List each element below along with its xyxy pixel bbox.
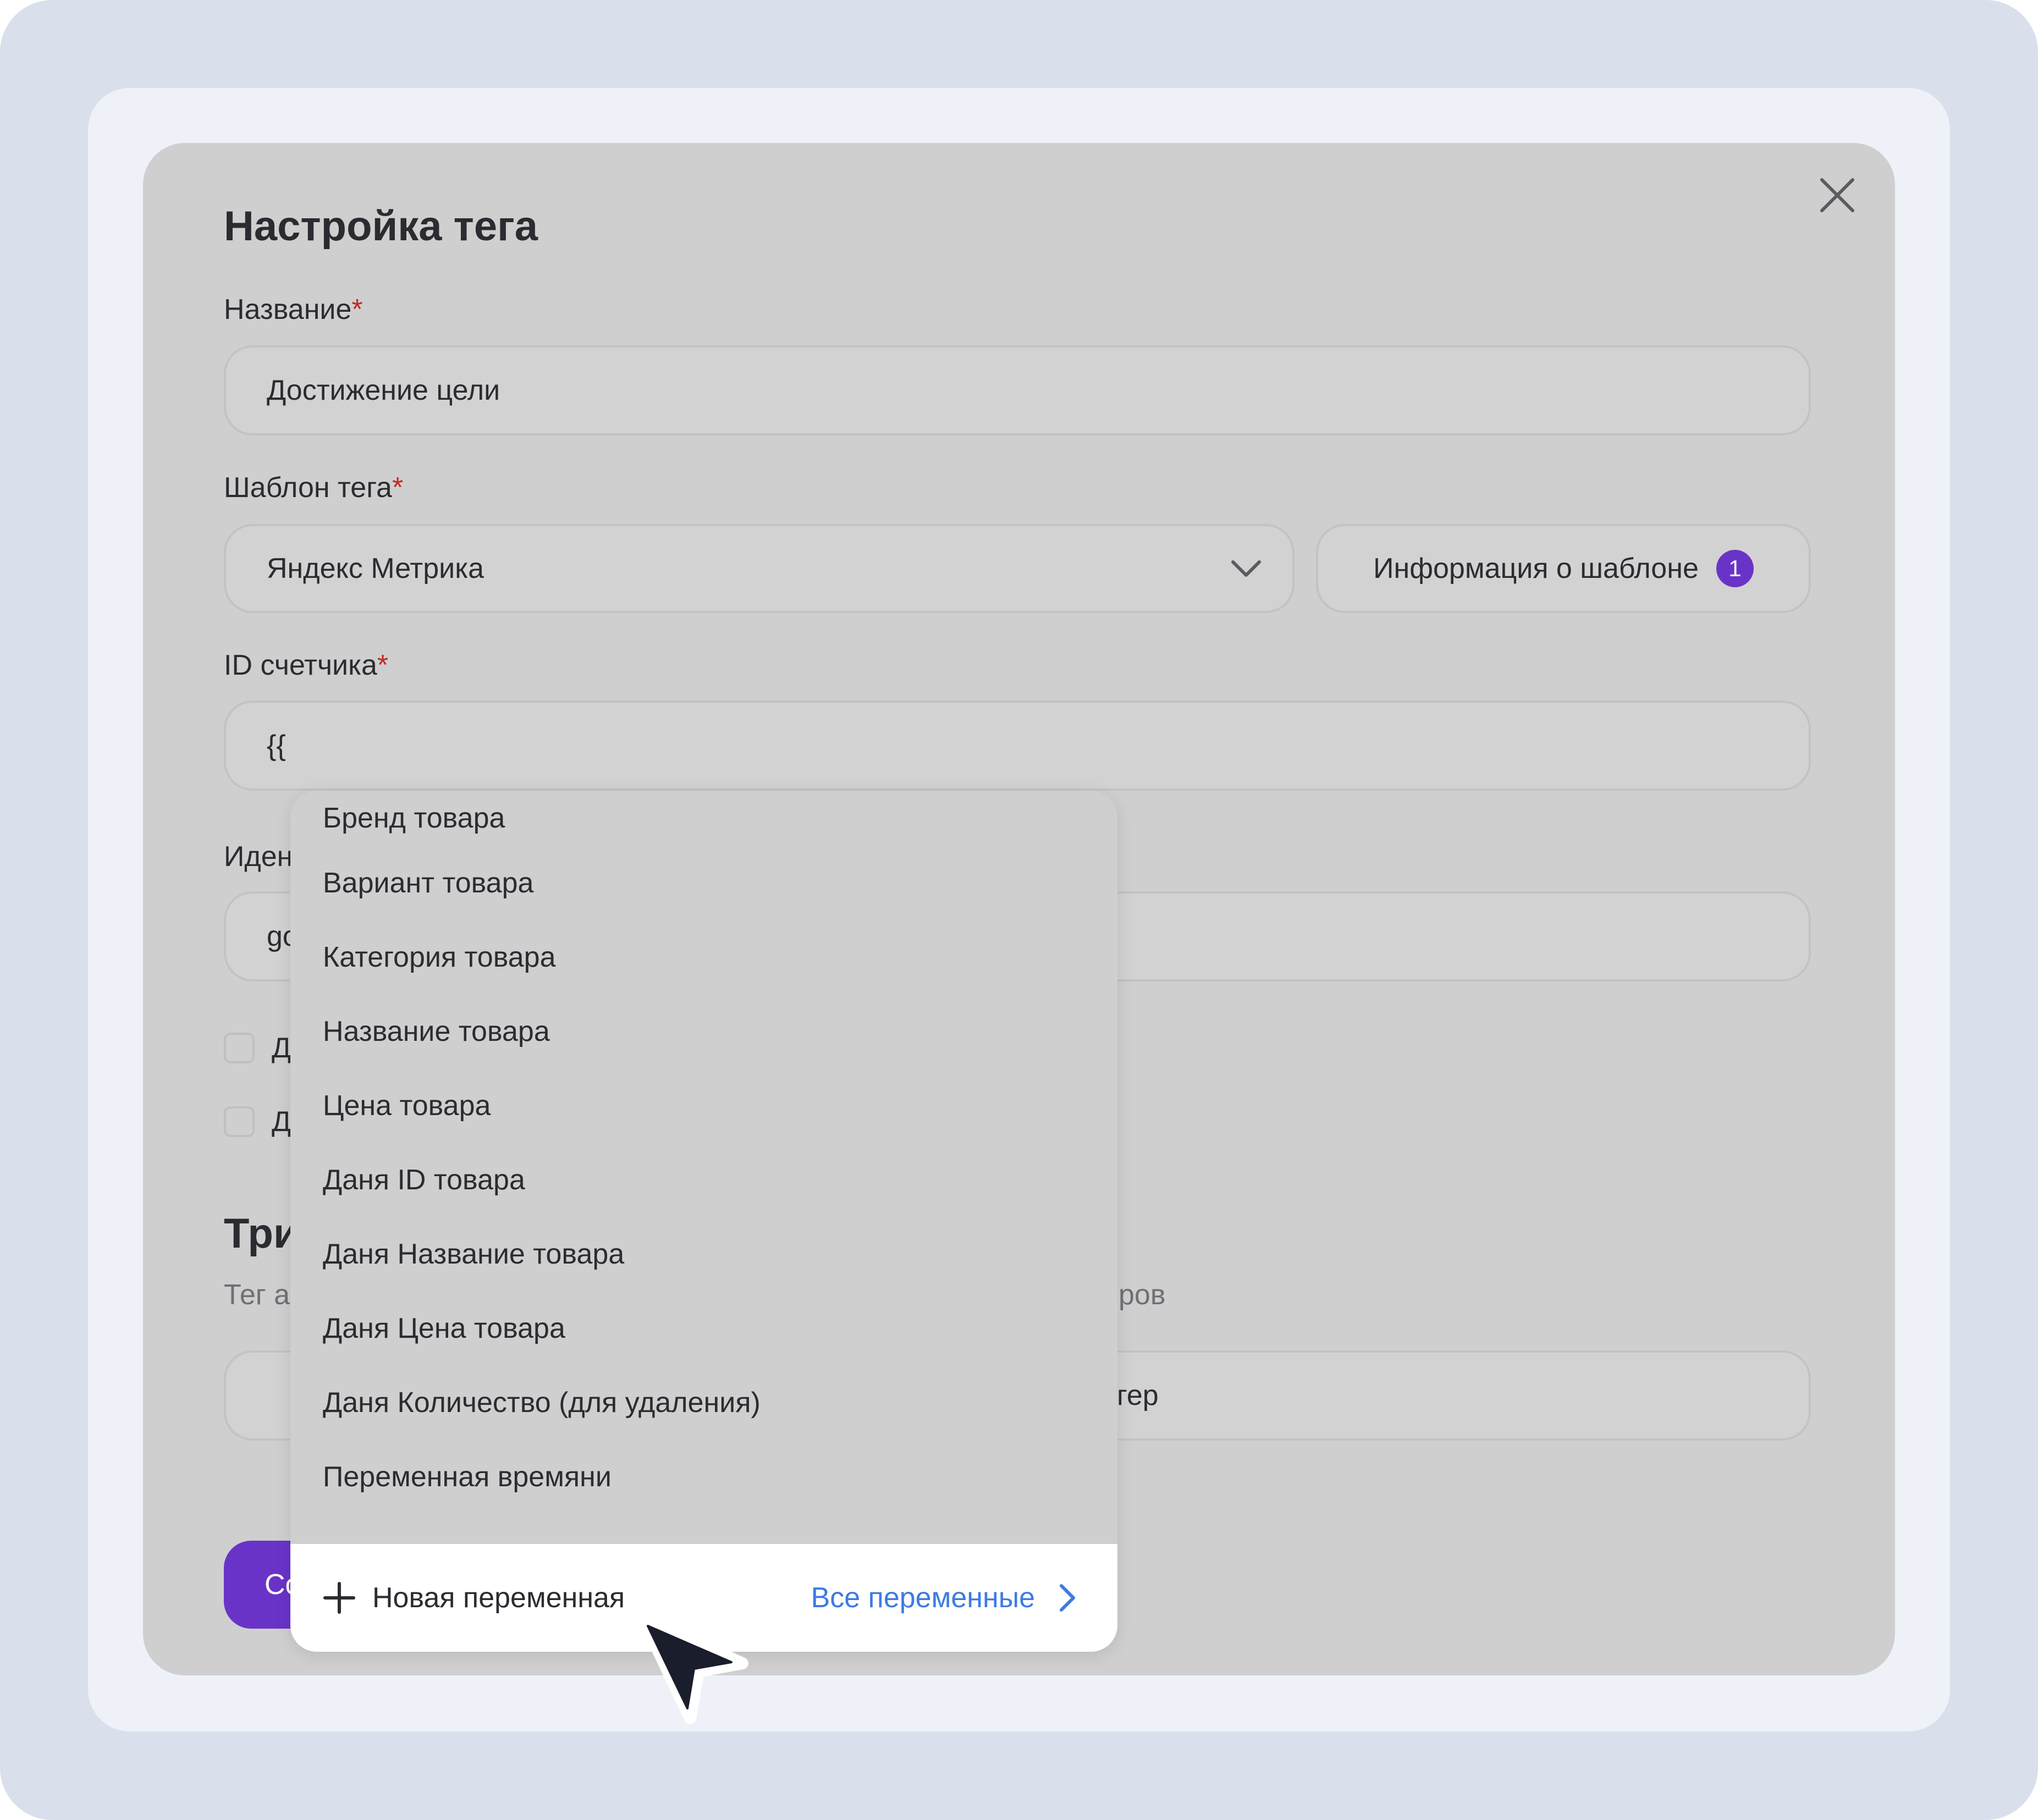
template-label-text: Шаблон тега bbox=[224, 472, 392, 504]
all-variables-label: Все переменные bbox=[811, 1582, 1035, 1614]
new-variable-button[interactable]: Новая переменная bbox=[323, 1544, 625, 1652]
option-checkbox-2[interactable] bbox=[224, 1106, 255, 1137]
counter-id-label: ID счетчика* bbox=[224, 649, 388, 682]
counter-id-label-text: ID счетчика bbox=[224, 649, 377, 681]
triggers-description-left: Тег а bbox=[224, 1279, 290, 1311]
counter-id-input-value: {{ bbox=[267, 730, 286, 762]
info-count-badge: 1 bbox=[1716, 550, 1754, 587]
triggers-section-title: Три bbox=[224, 1210, 299, 1257]
counter-id-input[interactable]: {{ bbox=[224, 701, 1811, 791]
triggers-description-right: ров bbox=[1119, 1279, 1166, 1311]
name-input[interactable]: Достижение цели bbox=[224, 345, 1811, 435]
plus-icon bbox=[323, 1582, 355, 1614]
variable-dropdown: Бренд товара Вариант товара Категория то… bbox=[290, 791, 1117, 1652]
list-item[interactable]: Категория товара bbox=[290, 920, 1117, 994]
name-input-value: Достижение цели bbox=[267, 374, 500, 406]
option-checkbox-1-label: Д bbox=[272, 1032, 291, 1064]
close-button[interactable] bbox=[1813, 170, 1862, 220]
required-mark: * bbox=[392, 472, 404, 504]
list-item[interactable]: Даня Название товара bbox=[290, 1217, 1117, 1291]
close-icon bbox=[1820, 178, 1854, 212]
new-variable-label: Новая переменная bbox=[372, 1582, 625, 1614]
required-mark: * bbox=[377, 649, 389, 681]
name-field-label: Название* bbox=[224, 293, 363, 326]
template-info-button[interactable]: Информация о шаблоне 1 bbox=[1316, 524, 1811, 613]
variable-list: Бренд товара Вариант товара Категория то… bbox=[290, 791, 1117, 1543]
list-item[interactable]: Название товара bbox=[290, 994, 1117, 1068]
identifier-label: Иден bbox=[224, 841, 293, 873]
template-select[interactable]: Яндекс Метрика bbox=[224, 524, 1295, 613]
all-variables-link[interactable]: Все переменные bbox=[811, 1544, 1079, 1652]
template-info-label: Информация о шаблоне bbox=[1373, 553, 1699, 584]
trigger-select-value: гер bbox=[1117, 1380, 1159, 1411]
required-mark: * bbox=[351, 294, 363, 326]
list-item[interactable]: Бренд товара bbox=[290, 791, 1117, 846]
list-item[interactable]: Цена товара bbox=[290, 1068, 1117, 1143]
list-item[interactable]: Даня ID товара bbox=[290, 1143, 1117, 1217]
screen-background: Настройка тега Название* Достижение цели… bbox=[0, 0, 2038, 1820]
list-item[interactable]: Даня Цена товара bbox=[290, 1291, 1117, 1365]
chevron-right-icon bbox=[1060, 1584, 1075, 1612]
template-field-label: Шаблон тега* bbox=[224, 471, 403, 504]
modal-title: Настройка тега bbox=[224, 203, 538, 250]
template-select-value: Яндекс Метрика bbox=[267, 553, 484, 584]
chevron-down-icon bbox=[1231, 560, 1261, 577]
list-item[interactable]: Даня Количество (для удаления) bbox=[290, 1365, 1117, 1440]
mouse-cursor-icon bbox=[637, 1613, 748, 1724]
list-item[interactable]: Вариант товара bbox=[290, 846, 1117, 920]
list-item[interactable]: Переменная времяни bbox=[290, 1440, 1117, 1514]
option-checkbox-2-label: Д bbox=[272, 1106, 291, 1138]
name-label-text: Название bbox=[224, 294, 352, 326]
option-checkbox-1[interactable] bbox=[224, 1033, 255, 1063]
